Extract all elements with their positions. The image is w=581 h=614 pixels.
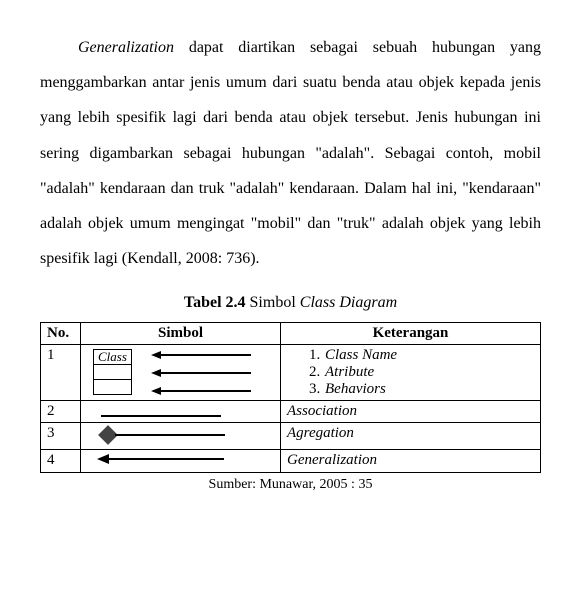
class-symbol-icon: Class [93, 349, 132, 395]
arrow-icon [151, 351, 161, 359]
table-row: 2 Association [41, 401, 541, 423]
list-item: 2.Atribute [309, 364, 534, 381]
list-item: 1.Class Name [309, 347, 534, 364]
cell-keterangan-3: Agregation [281, 423, 541, 450]
cell-simbol-3 [81, 423, 281, 450]
term-generalization: Generalization [78, 39, 174, 56]
table-header-row: No. Simbol Keterangan [41, 323, 541, 345]
generalization-arrow-icon [97, 454, 109, 464]
cell-no-1: 1 [41, 345, 81, 401]
arrow-line-icon [161, 390, 251, 392]
generalization-line-icon [109, 458, 224, 460]
arrow-icon [151, 387, 161, 395]
arrow-line-icon [161, 372, 251, 374]
cell-no-2: 2 [41, 401, 81, 423]
association-line-icon [101, 415, 221, 417]
cell-simbol-4 [81, 450, 281, 473]
cell-keterangan-4: Generalization [281, 450, 541, 473]
table-desc-italic: Class Diagram [300, 294, 397, 311]
cell-no-3: 3 [41, 423, 81, 450]
table-title: Tabel 2.4 Simbol Class Diagram [40, 294, 541, 312]
header-no: No. [41, 323, 81, 345]
cell-simbol-2 [81, 401, 281, 423]
paragraph-rest: dapat diartikan sebagai sebuah hubungan … [40, 39, 541, 267]
cell-keterangan-2: Association [281, 401, 541, 423]
list-item: 3.Behaviors [309, 381, 534, 398]
table-row: 1 Class 1.Class Name 2.Atribute 3. [41, 345, 541, 401]
arrow-icon [151, 369, 161, 377]
table-desc-prefix: Simbol [246, 294, 300, 311]
table-row: 4 Generalization [41, 450, 541, 473]
aggregation-line-icon [115, 434, 225, 436]
cell-no-4: 4 [41, 450, 81, 473]
header-keterangan: Keterangan [281, 323, 541, 345]
body-paragraph: Generalization dapat diartikan sebagai s… [40, 30, 541, 276]
cell-keterangan-1: 1.Class Name 2.Atribute 3.Behaviors [281, 345, 541, 401]
class-box-label: Class [94, 350, 131, 365]
cell-simbol-1: Class [81, 345, 281, 401]
table-source: Sumber: Munawar, 2005 : 35 [40, 477, 541, 493]
symbol-table: No. Simbol Keterangan 1 Class 1 [40, 322, 541, 473]
table-row: 3 Agregation [41, 423, 541, 450]
header-simbol: Simbol [81, 323, 281, 345]
arrow-line-icon [161, 354, 251, 356]
table-label: Tabel 2.4 [184, 294, 246, 311]
